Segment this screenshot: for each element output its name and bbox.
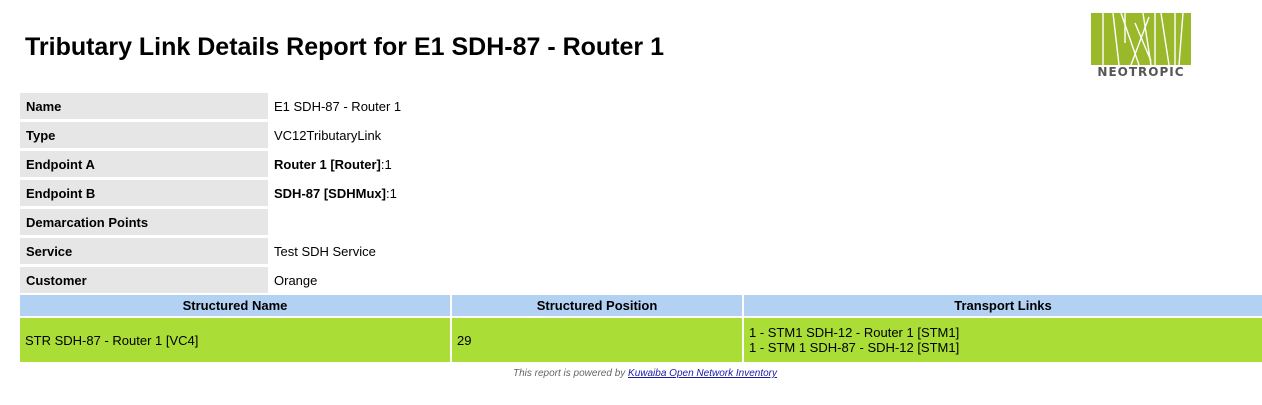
detail-value: Orange: [268, 267, 1260, 293]
page-title: Tributary Link Details Report for E1 SDH…: [25, 33, 665, 61]
column-header-transport-links: Transport Links: [743, 295, 1262, 317]
detail-row-type: Type VC12TributaryLink: [20, 122, 1260, 148]
detail-value: Test SDH Service: [268, 238, 1260, 264]
detail-label: Endpoint A: [20, 151, 268, 177]
detail-label: Customer: [20, 267, 268, 293]
detail-row-endpoint-a: Endpoint A Router 1 [Router]:1: [20, 151, 1260, 177]
detail-row-demarcation: Demarcation Points: [20, 209, 1260, 235]
logo-text: NEOTROPIC: [1097, 65, 1185, 79]
endpoint-a-port: :1: [380, 156, 392, 172]
structured-name-cell: STR SDH-87 - Router 1 [VC4]: [20, 316, 452, 362]
detail-label: Service: [20, 238, 268, 264]
detail-row-name: Name E1 SDH-87 - Router 1: [20, 93, 1260, 119]
table-row: STR SDH-87 - Router 1 [VC4] 29 1 - STM1 …: [20, 316, 1262, 362]
detail-row-endpoint-b: Endpoint B SDH-87 [SDHMux]:1: [20, 180, 1260, 206]
detail-row-customer: Customer Orange: [20, 267, 1260, 293]
detail-value: [268, 209, 1260, 235]
transport-links-cell: 1 - STM1 SDH-12 - Router 1 [STM1] 1 - ST…: [743, 316, 1262, 362]
transport-links-table: Structured Name Structured Position Tran…: [20, 295, 1262, 362]
transport-link-item: 1 - STM 1 SDH-87 - SDH-12 [STM1]: [749, 340, 960, 355]
column-header-structured-name: Structured Name: [20, 295, 452, 317]
endpoint-a-name: Router 1 [Router]: [274, 156, 381, 172]
detail-label: Demarcation Points: [20, 209, 268, 235]
detail-label: Name: [20, 93, 268, 119]
detail-value: SDH-87 [SDHMux]:1: [268, 180, 1260, 206]
endpoint-b-port: :1: [385, 185, 397, 201]
detail-value: Router 1 [Router]:1: [268, 151, 1260, 177]
structured-position-cell: 29: [451, 316, 744, 362]
detail-row-service: Service Test SDH Service: [20, 238, 1260, 264]
transport-link-item: 1 - STM1 SDH-12 - Router 1 [STM1]: [749, 325, 960, 340]
footer-text: This report is powered by: [512, 368, 629, 379]
endpoint-b-name: SDH-87 [SDHMux]: [274, 185, 386, 201]
detail-label: Type: [20, 122, 268, 148]
detail-label: Endpoint B: [20, 180, 268, 206]
column-header-structured-position: Structured Position: [451, 295, 744, 317]
kuwaiba-link[interactable]: Kuwaiba Open Network Inventory: [628, 368, 777, 379]
details-table: Name E1 SDH-87 - Router 1 Type VC12Tribu…: [20, 90, 1260, 296]
table-header-row: Structured Name Structured Position Tran…: [20, 295, 1262, 317]
report-footer: This report is powered by Kuwaiba Open N…: [0, 368, 1262, 379]
detail-value: VC12TributaryLink: [268, 122, 1260, 148]
detail-value: E1 SDH-87 - Router 1: [268, 93, 1260, 119]
